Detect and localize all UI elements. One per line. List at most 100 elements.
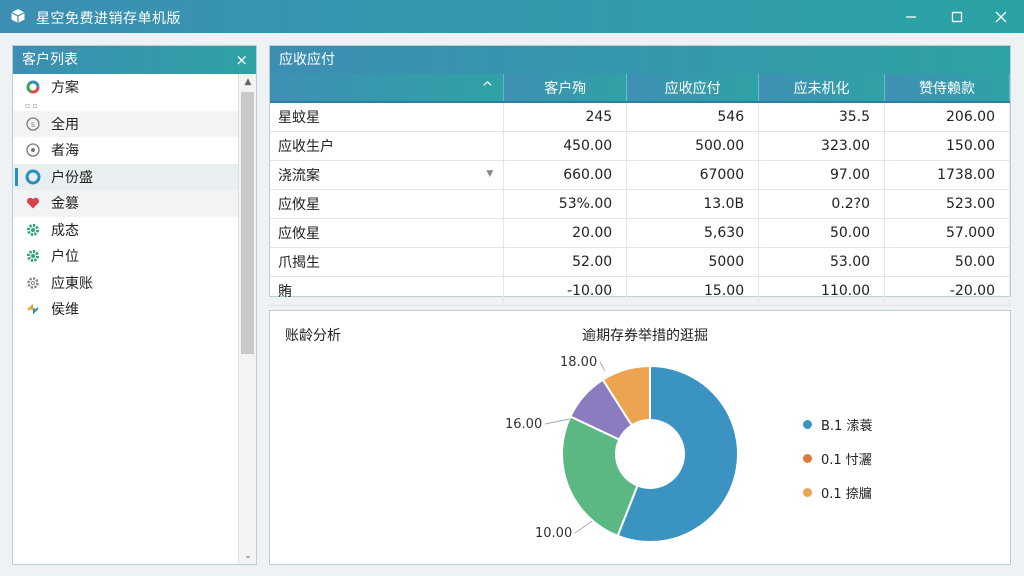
list-item-label: 全用 [51,116,79,133]
chart-legend: B.1 溹蓑 0.1 忖灑 0.1 捺牖 [803,407,872,509]
cell-value: 5000 [626,247,760,277]
aging-chart-panel: 账龄分析 逾期存券举措的逛掘 18.00 16.00 10.00 B.1 溹蓑 0.1… [269,310,1011,565]
list-item[interactable]: 应東账 [13,270,238,297]
table-row[interactable]: 賄 -10.00 15.00 110.00 -20.00 [270,276,1010,306]
leader-line [544,418,571,425]
leader-line [574,520,593,534]
cell-value: 323.00 [758,131,886,161]
data-label: 18.00 [560,355,597,370]
cell-value: 450.00 [503,131,628,161]
list-item-label: 应東账 [51,275,93,292]
chrome-ring-icon [25,79,41,95]
scroll-down-icon[interactable]: ⌄ [239,548,257,564]
receivables-header: 应收应付 [270,46,1010,74]
cell-value: 52.00 [503,247,628,277]
maximize-icon [951,11,963,22]
list-item[interactable]: 侯维 [13,296,238,323]
list-separator: ▫▫ [25,101,40,110]
maximize-button[interactable] [934,0,980,33]
cell-value: -20.00 [884,276,1010,306]
circle-outline-icon [25,142,41,158]
row-name-label: 浇流案 [278,167,320,184]
cell-value: 0.2?0 [758,189,886,219]
column-header[interactable]: 客户殉 [503,74,628,103]
column-header[interactable]: 应未机化 [758,74,886,103]
list-scrollbar[interactable]: ▲ ⌄ [238,74,256,564]
list-item-label: 金篡 [51,196,79,213]
cell-value: 13.0B [626,189,760,219]
cell-value: 500.00 [626,131,760,161]
gear-outline-icon [25,275,41,291]
scroll-up-icon[interactable]: ▲ [239,74,257,90]
table-header-row: ^ 客户殉 应收应付 应未机化 赞侍赖款 [270,74,1010,103]
heart-icon [25,195,41,211]
row-name-cell: 应收生户 [270,131,505,161]
list-item-label: 成态 [51,222,79,239]
table-row[interactable]: 应收生户 450.00 500.00 323.00 150.00 [270,131,1010,161]
leader-line [599,361,606,372]
row-name-cell: 应攸星 [270,218,505,248]
column-header[interactable]: 应收应付 [626,74,760,103]
minimize-button[interactable] [888,0,934,33]
legend-dot-icon [803,487,812,497]
legend-dot-icon [803,419,812,429]
customer-list-header: 客户列表 × [13,46,256,74]
close-window-button[interactable] [978,0,1024,33]
legend-label: 0.1 捺牖 [821,486,872,502]
chevron-down-icon[interactable]: ▼ [486,169,493,179]
gear-icon [25,222,41,238]
legend-item[interactable]: B.1 溹蓑 [803,407,872,441]
row-name-cell[interactable]: 浇流案 ▼ [270,160,505,190]
arrows-icon [25,301,41,317]
list-item-selected[interactable]: 户份盛 [13,163,238,190]
close-icon [995,11,1007,22]
cell-value: 53.00 [758,247,886,277]
list-item[interactable]: 户位 [13,243,238,270]
table-row[interactable]: 应攸星 20.00 5,630 50.00 57.000 [270,218,1010,248]
legend-dot-icon [803,453,812,463]
row-name-cell: 爪揭生 [270,247,505,277]
scrollbar-thumb[interactable] [241,92,254,354]
title-bar: 星空免费进销存单机版 [0,0,1024,33]
list-item-label: 户份盛 [51,169,93,186]
cell-value: 523.00 [884,189,1010,219]
gear-icon [25,248,41,264]
app-logo-icon [11,9,25,23]
column-header[interactable]: 赞侍赖款 [884,74,1010,103]
minimize-icon [906,15,916,18]
circle-s-icon: s [25,116,41,132]
data-label: 10.00 [535,526,572,541]
cell-value: -10.00 [503,276,628,306]
cell-value: 53%.00 [503,189,628,219]
table-row[interactable]: 星蚊星 245 546 35.5 206.00 [270,102,1010,132]
donut-chart: 18.00 16.00 10.00 [505,355,739,543]
table-row[interactable]: 浇流案 ▼ 660.00 67000 97.00 1738.00 [270,160,1010,190]
data-label: 16.00 [505,417,542,432]
list-item[interactable]: 者海 [13,137,238,164]
list-item[interactable]: 金篡 [13,190,238,217]
legend-item[interactable]: 0.1 忖灑 [803,441,872,475]
cell-value: 5,630 [626,218,760,248]
window-title: 星空免费进销存单机版 [36,11,181,27]
blue-ring-icon [25,169,41,185]
list-item[interactable]: s 全用 [13,110,238,137]
legend-item[interactable]: 0.1 捺牖 [803,475,872,509]
panel-close-button[interactable]: × [235,46,248,74]
cell-value: 1738.00 [884,160,1010,190]
receivables-title: 应收应付 [279,52,335,68]
cell-value: 206.00 [884,102,1010,132]
cell-value: 97.00 [758,160,886,190]
legend-label: B.1 溹蓑 [821,418,873,434]
cell-value: 20.00 [503,218,628,248]
customer-list-panel: 客户列表 × 方案 ▫▫ s 全用 者海 户份盛 金篡 成态 户位 应東账 侯维… [12,45,257,565]
cell-value: 50.00 [758,218,886,248]
row-name-cell: 賄 [270,276,505,306]
list-item[interactable]: 成态 [13,217,238,244]
sort-column-header[interactable]: ^ [270,74,505,103]
row-name-cell: 星蚊星 [270,102,505,132]
cell-value: 50.00 [884,247,1010,277]
sort-up-icon: ^ [481,79,494,96]
table-row[interactable]: 应攸星 53%.00 13.0B 0.2?0 523.00 [270,189,1010,219]
table-row[interactable]: 爪揭生 52.00 5000 53.00 50.00 [270,247,1010,277]
list-item[interactable]: 方案 [13,74,238,101]
